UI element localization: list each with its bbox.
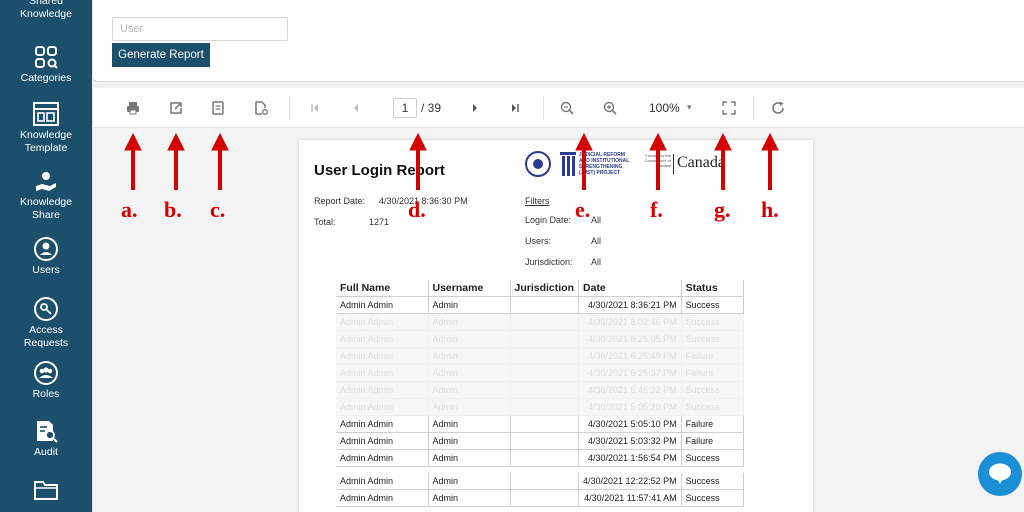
annotation-arrows — [124, 132, 779, 190]
arrow-a — [124, 132, 142, 190]
chat-bubble-icon — [989, 463, 1011, 484]
annotation-label-f: f. — [650, 197, 663, 222]
annotation-label-d: d. — [408, 197, 426, 222]
annotation-label-e: e. — [575, 197, 591, 222]
annotation-label-g: g. — [714, 197, 731, 222]
annotation-label-c: c. — [210, 197, 226, 222]
annotation-label-a: a. — [121, 197, 138, 222]
arrow-b — [167, 132, 185, 190]
chat-button[interactable] — [978, 452, 1022, 496]
arrow-f — [649, 132, 667, 190]
arrow-e — [575, 132, 593, 190]
annotation-label-h: h. — [761, 197, 779, 222]
arrow-d — [409, 132, 427, 190]
arrow-g — [714, 132, 732, 190]
arrow-c — [211, 132, 229, 190]
annotation-label-b: b. — [164, 197, 182, 222]
arrow-h — [761, 132, 779, 190]
